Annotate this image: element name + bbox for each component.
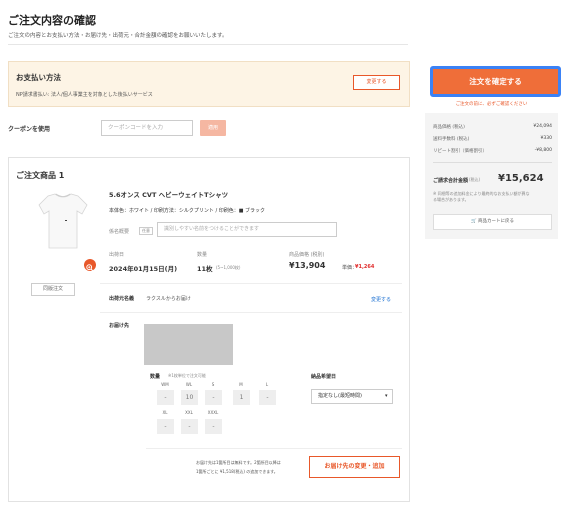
reorder-design-button[interactable]: 同版注文 [31, 283, 75, 296]
size-label-l: L [265, 382, 269, 387]
size-label-xl: XL [162, 410, 168, 415]
size-label-xxl: XXL [185, 410, 193, 415]
payment-section [8, 61, 410, 107]
divider [100, 312, 402, 313]
tshirt-image [38, 190, 88, 252]
divider [146, 448, 402, 449]
total-note: ※ 同梱等の追加料金により最終的なお支払い額が異なる場合があります。 [433, 191, 530, 202]
page-title: ご注文内容の確認 [8, 14, 96, 27]
size-label-xxxl: XXXL [207, 410, 219, 415]
total-label: ご請求合計金額 [433, 178, 469, 184]
order-title: ご注文商品 1 [16, 171, 65, 180]
destination-fee-note: 1箇所ごとに ¥1,518(税込) の追加できます。 [196, 469, 278, 474]
delivery-date-select[interactable]: 指定なし(最短時間) [311, 389, 393, 404]
unit-price-value: ¥1,264 [355, 264, 375, 270]
coupon-input[interactable]: クーポンコードを入力 [101, 120, 193, 136]
qty-cell-wm[interactable]: - [157, 390, 174, 405]
qty-cell-wl[interactable]: 10 [181, 390, 198, 405]
destination-label: お届け先 [109, 323, 130, 329]
subtotal-label: 商品価格 (税込) [433, 125, 465, 130]
optional-badge: 任意 [139, 227, 153, 235]
size-quantity-label: 数量 [150, 374, 161, 380]
shipper-label: 出荷元名義 [109, 296, 135, 302]
payment-title: お支払い方法 [16, 73, 61, 82]
shipper-value: ラクスルからお届け [146, 296, 191, 302]
product-spec: 本体色：ホワイト / 印刷方法：シルクプリント / 印刷色：■ ブラック [109, 208, 266, 214]
page-subtitle: ご注文の内容とお支払い方法・お届け先・出荷元・合計金額の確認をお願いいたします。 [8, 33, 228, 39]
delivery-date-label: 納品希望日 [311, 374, 337, 380]
quantity-value: 11枚 [197, 265, 213, 273]
total-value: ¥15,624 [498, 173, 544, 184]
back-to-cart-label: 商品カートに戻る [478, 219, 515, 224]
price-label: 商品価格 (税別) [289, 252, 325, 258]
subtotal-value: ¥24,094 [533, 124, 552, 129]
qty-cell-m[interactable]: 1 [233, 390, 250, 405]
size-label-s: S [211, 382, 215, 387]
confirm-order-button[interactable]: 注文を確定する [433, 69, 558, 94]
confirm-note-link[interactable]: ご注文の前に、必ずご確認ください [425, 101, 558, 107]
total-tax-note: (税込) [469, 177, 481, 182]
destination-address-redacted [144, 324, 233, 365]
size-label-wl: WL [185, 382, 193, 387]
repeat-discount-label: リピート割引（価格割引） [433, 149, 487, 154]
divider [100, 283, 402, 284]
manage-name-label: 係名概要 [109, 229, 130, 235]
size-quantity-note: ※1枚単位で注文可能 [168, 373, 206, 378]
quantity-label: 数量 [197, 252, 208, 258]
shipper-change-link[interactable]: 変更する [371, 296, 391, 303]
size-label-m: M [239, 382, 243, 387]
payment-method: NP請求書払い: 法人/個人事業主を対象とした後払いサービス [16, 92, 153, 98]
destination-fee-note: お届け先は1箇所目は無料です。2箇所目以降は [196, 460, 281, 465]
divider [433, 162, 552, 163]
chevron-down-icon: ▾ [385, 393, 388, 399]
ship-date-label: 出荷日 [109, 252, 125, 258]
quantity-note: (5~1,000枚) [216, 265, 241, 270]
zoom-icon[interactable] [84, 259, 96, 272]
qty-cell-xxl[interactable]: - [181, 419, 198, 434]
destination-change-button[interactable]: お届け先の変更・追加 [309, 456, 400, 478]
qty-cell-xl[interactable]: - [157, 419, 174, 434]
divider [8, 44, 408, 45]
coupon-label: クーポンを使用 [8, 126, 51, 133]
manage-name-input[interactable]: 識別しやすい名前をつけることができます [157, 222, 337, 237]
qty-cell-xxxl[interactable]: - [205, 419, 222, 434]
back-to-cart-button[interactable]: 🛒 商品カートに戻る [433, 214, 552, 230]
price-value: ¥13,904 [289, 261, 326, 270]
ship-date-value: 2024年01月15日(月) [109, 265, 178, 273]
shipping-label: 送料手数料 (税込) [433, 137, 470, 142]
coupon-apply-button[interactable]: 適用 [200, 120, 226, 136]
repeat-discount-value: -¥8,800 [534, 148, 552, 153]
product-name: 5.6オンス CVT ヘビーウェイトTシャツ [109, 191, 229, 199]
cart-icon: 🛒 [470, 219, 477, 224]
payment-change-button[interactable]: 変更する [353, 75, 400, 90]
shipping-value: ¥330 [540, 136, 552, 141]
qty-cell-l[interactable]: - [259, 390, 276, 405]
qty-cell-s[interactable]: - [205, 390, 222, 405]
size-label-wm: WM [161, 382, 169, 387]
